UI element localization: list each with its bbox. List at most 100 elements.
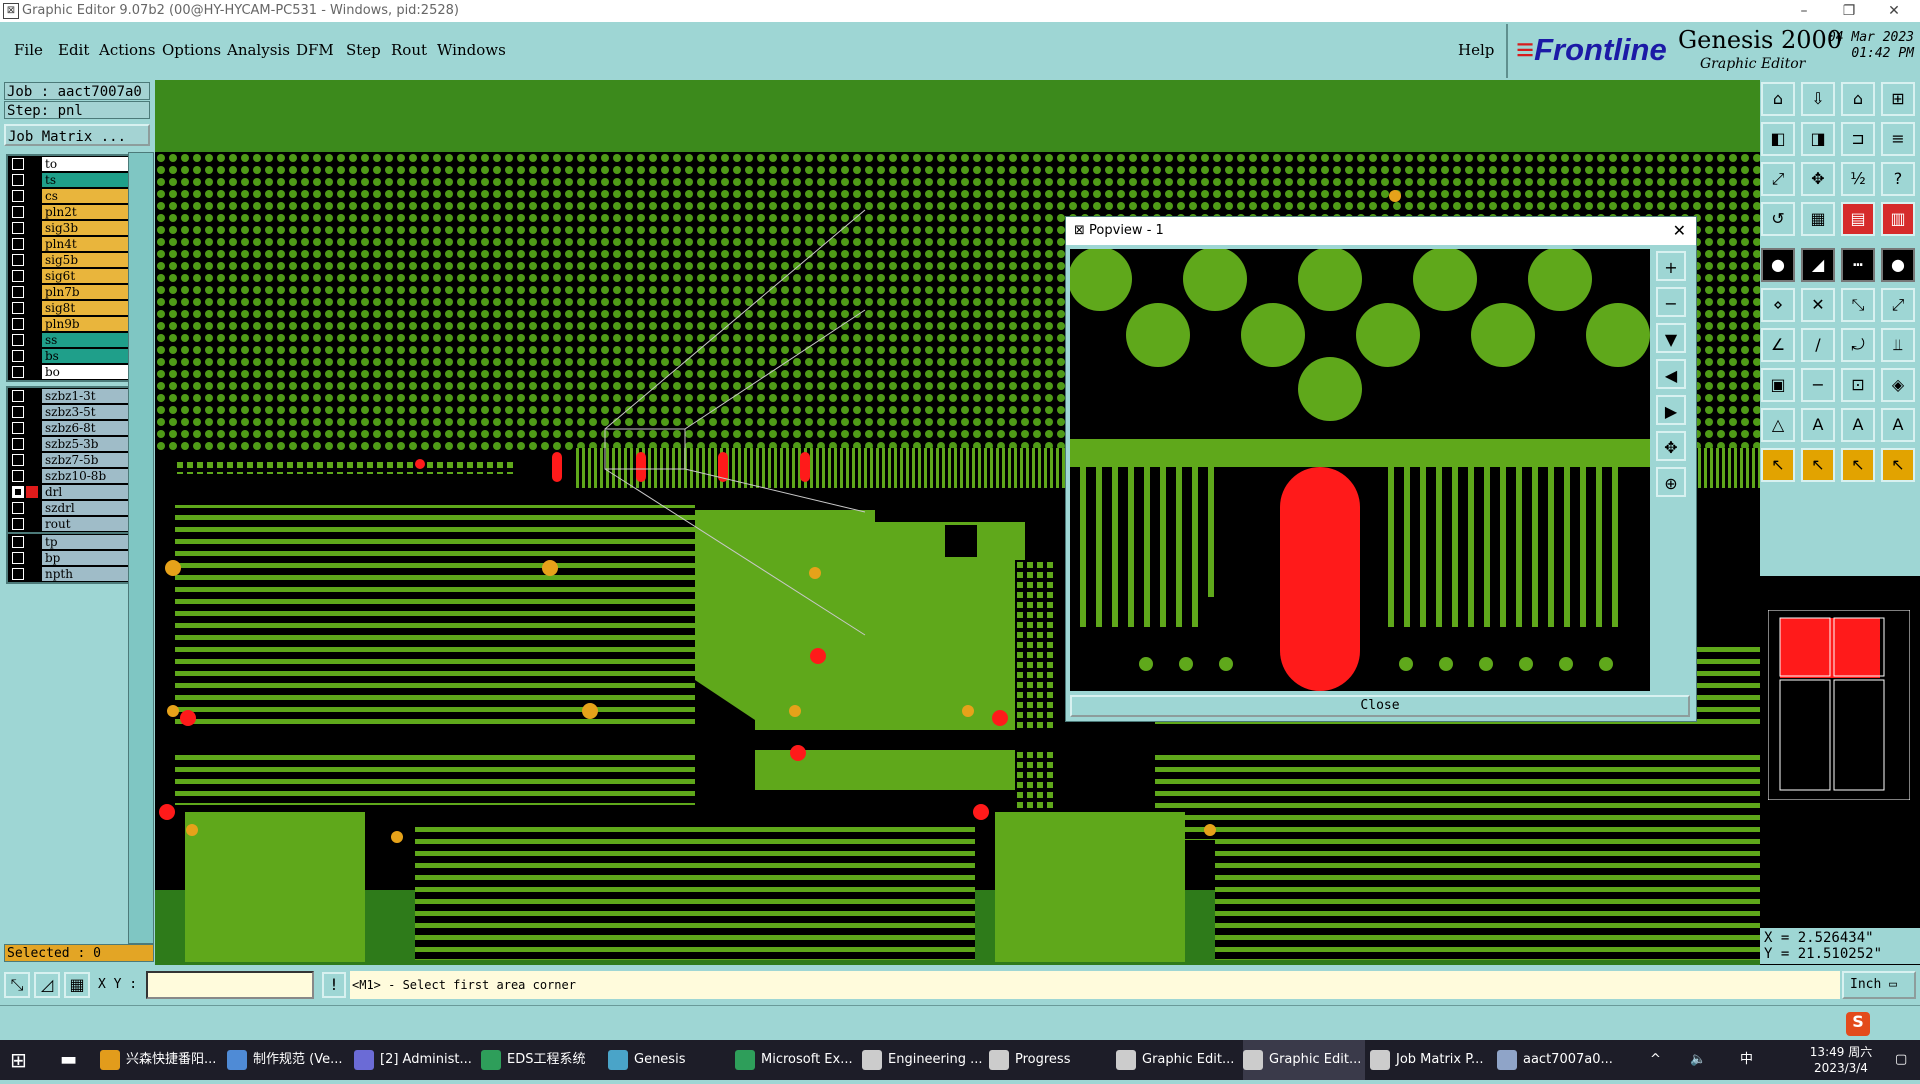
undo-icon[interactable]: ↺: [1761, 202, 1795, 236]
layer-color-swatch[interactable]: [26, 238, 38, 250]
layer-row-szbz1-3t[interactable]: szbz1-3t: [8, 388, 128, 404]
notification-icon[interactable]: ▢: [1895, 1040, 1915, 1080]
layer-checkbox[interactable]: [12, 406, 24, 418]
layer-name[interactable]: npth: [42, 567, 128, 581]
dashed-line-icon[interactable]: ┅: [1841, 248, 1875, 282]
layer-color-swatch[interactable]: [26, 222, 38, 234]
layer-color-swatch[interactable]: [26, 438, 38, 450]
line-icon[interactable]: ◢: [1801, 248, 1835, 282]
layer-row-ss[interactable]: ss: [8, 332, 128, 348]
menu-step[interactable]: Step: [346, 41, 381, 59]
layer-compare-icon[interactable]: ▥: [1881, 202, 1915, 236]
layer-row-sig6t[interactable]: sig6t: [8, 268, 128, 284]
layer-name[interactable]: szdrl: [42, 501, 128, 515]
layer-color-swatch[interactable]: [26, 318, 38, 330]
pad-icon[interactable]: ●: [1761, 248, 1795, 282]
window-split-icon[interactable]: ⊞: [1881, 82, 1915, 116]
layer-name[interactable]: ts: [42, 173, 128, 187]
select-arrow-icon[interactable]: ↖: [1761, 448, 1795, 482]
layer-color-swatch[interactable]: [26, 390, 38, 402]
layer-name[interactable]: to: [42, 157, 128, 171]
layer-checkbox[interactable]: [12, 318, 24, 330]
ruler-icon[interactable]: ◿: [34, 972, 60, 998]
layer-row-bp[interactable]: bp: [8, 550, 128, 566]
layer-color-swatch[interactable]: [26, 486, 38, 498]
layer-color-swatch[interactable]: [26, 536, 38, 548]
panel-overview-map[interactable]: [1768, 610, 1910, 800]
close-icon[interactable]: ✕: [1874, 1, 1914, 21]
layer-row-drl[interactable]: drl: [8, 484, 128, 500]
popview-pan-right-icon[interactable]: ▶: [1656, 395, 1686, 425]
triangle-icon[interactable]: △: [1761, 408, 1795, 442]
measure-icon[interactable]: ⤡: [4, 972, 30, 998]
layer-row-rout[interactable]: rout: [8, 516, 128, 532]
layer-name[interactable]: rout: [42, 517, 128, 531]
layer-row-sig5b[interactable]: sig5b: [8, 252, 128, 268]
sogou-ime-icon[interactable]: S: [1846, 1012, 1870, 1036]
layer-name[interactable]: szbz3-5t: [42, 405, 128, 419]
layer-checkbox[interactable]: [12, 190, 24, 202]
layer-checkbox[interactable]: [12, 270, 24, 282]
layer-checkbox[interactable]: [12, 470, 24, 482]
taskbar-item[interactable]: Microsoft Ex...: [735, 1040, 857, 1080]
layer-color-swatch[interactable]: [26, 518, 38, 530]
slash-icon[interactable]: /: [1801, 328, 1835, 362]
layer-color-swatch[interactable]: [26, 190, 38, 202]
layer-checkbox[interactable]: [12, 486, 24, 498]
layer-name[interactable]: sig5b: [42, 253, 128, 267]
layer-checkbox[interactable]: [12, 286, 24, 298]
arc-icon[interactable]: ⤾: [1841, 328, 1875, 362]
layer-name[interactable]: sig3b: [42, 221, 128, 235]
volume-icon[interactable]: 🔈: [1690, 1040, 1710, 1080]
minus-icon[interactable]: −: [1801, 368, 1835, 402]
restore-icon[interactable]: ❐: [1829, 1, 1869, 21]
layer-name[interactable]: pln9b: [42, 317, 128, 331]
taskbar-item[interactable]: 制作规范 (Ve...: [227, 1040, 349, 1080]
popview-pan-left-icon[interactable]: ◀: [1656, 359, 1686, 389]
house-icon[interactable]: ⌂: [1841, 82, 1875, 116]
popview-pan-down-icon[interactable]: ▼: [1656, 323, 1686, 353]
layer-name[interactable]: bo: [42, 365, 128, 379]
taskbar-item[interactable]: Genesis: [608, 1040, 730, 1080]
tray-chevron-icon[interactable]: ^: [1650, 1040, 1670, 1080]
taskbar-item[interactable]: aact7007a0...: [1497, 1040, 1619, 1080]
layer-checkbox[interactable]: [12, 390, 24, 402]
layer-row-szbz7-5b[interactable]: szbz7-5b: [8, 452, 128, 468]
select-box-icon[interactable]: ↖: [1801, 448, 1835, 482]
pan-right-icon[interactable]: ◨: [1801, 122, 1835, 156]
grid-icon[interactable]: ▦: [1801, 202, 1835, 236]
layer-color-swatch[interactable]: [26, 206, 38, 218]
layer-row-szbz5-3b[interactable]: szbz5-3b: [8, 436, 128, 452]
taskbar-item[interactable]: Progress: [989, 1040, 1111, 1080]
layer-checkbox[interactable]: [12, 254, 24, 266]
redraw-icon[interactable]: ≡: [1881, 122, 1915, 156]
popview-close-button[interactable]: Close: [1070, 695, 1690, 717]
popview-zoom-view[interactable]: [1070, 249, 1650, 691]
layer-row-pln7b[interactable]: pln7b: [8, 284, 128, 300]
layer-row-bs[interactable]: bs: [8, 348, 128, 364]
layer-scrollbar[interactable]: [128, 152, 154, 944]
layer-row-pln4t[interactable]: pln4t: [8, 236, 128, 252]
layer-checkbox[interactable]: [12, 350, 24, 362]
taskbar-item[interactable]: 兴森快捷番阳...: [100, 1040, 222, 1080]
layer-checkbox[interactable]: [12, 334, 24, 346]
taskbar-item[interactable]: Engineering ...: [862, 1040, 984, 1080]
layer-checkbox[interactable]: [12, 438, 24, 450]
layer-checkbox[interactable]: [12, 158, 24, 170]
minimize-icon[interactable]: –: [1784, 1, 1824, 21]
layer-row-szbz6-8t[interactable]: szbz6-8t: [8, 420, 128, 436]
popview-zoom-out-icon[interactable]: −: [1656, 287, 1686, 317]
popview-zoom-in-icon[interactable]: +: [1656, 251, 1686, 281]
home-view-icon[interactable]: ⌂: [1761, 82, 1795, 116]
diag-line-icon[interactable]: ∠: [1761, 328, 1795, 362]
layer-row-bo[interactable]: bo: [8, 364, 128, 380]
xy-input[interactable]: [146, 971, 314, 999]
job-matrix-button[interactable]: Job Matrix ...: [4, 124, 150, 146]
layer-row-tp[interactable]: tp: [8, 534, 128, 550]
text-a-outline-icon[interactable]: A: [1881, 408, 1915, 442]
clock[interactable]: 13:49 周六 2023/3/4: [1796, 1040, 1886, 1084]
layer-color-swatch[interactable]: [26, 286, 38, 298]
layer-row-sig3b[interactable]: sig3b: [8, 220, 128, 236]
save-view-icon[interactable]: ⇩: [1801, 82, 1835, 116]
layer-row-szbz3-5t[interactable]: szbz3-5t: [8, 404, 128, 420]
